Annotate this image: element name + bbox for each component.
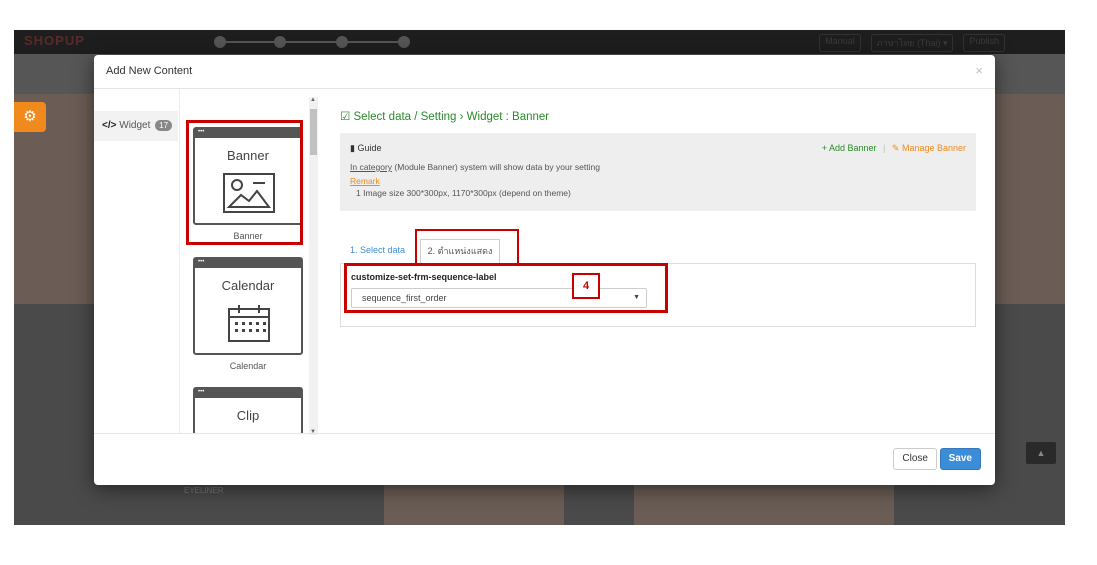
- publish-button[interactable]: Publish: [963, 34, 1005, 52]
- guide-title: ▮ Guide: [350, 143, 381, 154]
- step-number-annotation: 4: [572, 273, 600, 299]
- category-label: Widget: [119, 120, 151, 131]
- link-separator: |: [883, 143, 886, 153]
- category-item-widget[interactable]: </> Widget 17: [94, 111, 178, 141]
- widget-caption: Calendar: [229, 361, 267, 371]
- save-button[interactable]: Save: [939, 448, 981, 470]
- guide-links: + Add Banner | ✎ Manage Banner: [822, 143, 966, 154]
- modal-header: Add New Content ×: [94, 55, 995, 89]
- scrollbar-thumb[interactable]: [310, 109, 317, 155]
- close-icon[interactable]: ×: [975, 63, 983, 78]
- check-square-icon: ☑: [340, 111, 354, 123]
- widget-name: Calendar: [221, 278, 275, 293]
- step-dot[interactable]: [214, 36, 226, 48]
- pencil-icon: ✎: [891, 143, 902, 153]
- widget-list-scrollbar[interactable]: ▲ ▼: [309, 97, 318, 435]
- manage-banner-link[interactable]: ✎ Manage Banner: [892, 143, 966, 153]
- window-dots-icon: •••: [195, 389, 301, 398]
- widget-preview: ••• Calendar: [193, 257, 303, 355]
- topbar-actions: Manual ภาษาไทย (Thai) ▾ Publish: [819, 34, 1005, 52]
- widget-preview: ••• Clip: [193, 387, 303, 433]
- calendar-icon: [228, 305, 270, 342]
- scroll-up-arrow-icon[interactable]: ▲: [310, 97, 316, 103]
- manage-banner-text: Manage Banner: [901, 143, 966, 153]
- tab-display-position[interactable]: 2. ตำแหน่งแสดง: [420, 239, 500, 263]
- code-icon: </>: [102, 120, 117, 131]
- modal-title: Add New Content: [106, 65, 193, 77]
- guide-title-text: Guide: [357, 143, 382, 153]
- add-content-modal: Add New Content × </> Widget 17 ••• Bann…: [94, 55, 995, 485]
- modal-footer: Close Save: [94, 433, 995, 485]
- breadcrumb-text: Select data / Setting › Widget : Banner: [353, 111, 550, 123]
- editor-topbar: SHOPUP Manual ภาษาไทย (Thai) ▾ Publish: [14, 30, 1065, 54]
- settings-gear-icon[interactable]: ⚙: [14, 102, 46, 132]
- count-badge: 17: [155, 120, 173, 131]
- in-category-link[interactable]: In category: [350, 162, 392, 172]
- category-list: </> Widget 17: [94, 89, 180, 433]
- settings-tabs: 1. Select data 2. ตำแหน่งแสดง: [340, 239, 976, 263]
- step-dot[interactable]: [398, 36, 410, 48]
- progress-steps: [214, 35, 414, 49]
- add-banner-link[interactable]: + Add Banner: [822, 143, 877, 153]
- widget-name: Clip: [236, 408, 260, 423]
- steps-line: [220, 41, 410, 43]
- chevron-up-icon[interactable]: ▲: [1026, 442, 1056, 464]
- background-caption: EYELINER: [184, 486, 224, 495]
- widget-card-clip[interactable]: ••• Clip: [193, 387, 303, 433]
- selected-widget-highlight: [186, 120, 303, 245]
- guide-line-image-size: 1 Image size 300*300px, 1170*300px (depe…: [356, 188, 571, 198]
- close-button[interactable]: Close: [893, 448, 937, 470]
- tab-select-data[interactable]: 1. Select data: [350, 245, 405, 255]
- step-dot[interactable]: [336, 36, 348, 48]
- sequence-field-highlight: [344, 263, 668, 313]
- remark-link[interactable]: Remark: [350, 176, 380, 186]
- guide-line-text: (Module Banner) system will show data by…: [392, 162, 600, 172]
- breadcrumb: ☑ Select data / Setting › Widget : Banne…: [340, 109, 549, 123]
- step-dot[interactable]: [274, 36, 286, 48]
- app-logo: SHOPUP: [24, 33, 85, 48]
- widget-card-calendar[interactable]: ••• Calendar Calendar: [193, 257, 303, 371]
- guide-line-category: In category (Module Banner) system will …: [350, 162, 600, 172]
- language-select[interactable]: ภาษาไทย (Thai) ▾: [870, 34, 954, 52]
- guide-box: ▮ Guide + Add Banner | ✎ Manage Banner I…: [340, 133, 976, 211]
- window-dots-icon: •••: [195, 259, 301, 268]
- manual-button[interactable]: Manual: [819, 34, 861, 52]
